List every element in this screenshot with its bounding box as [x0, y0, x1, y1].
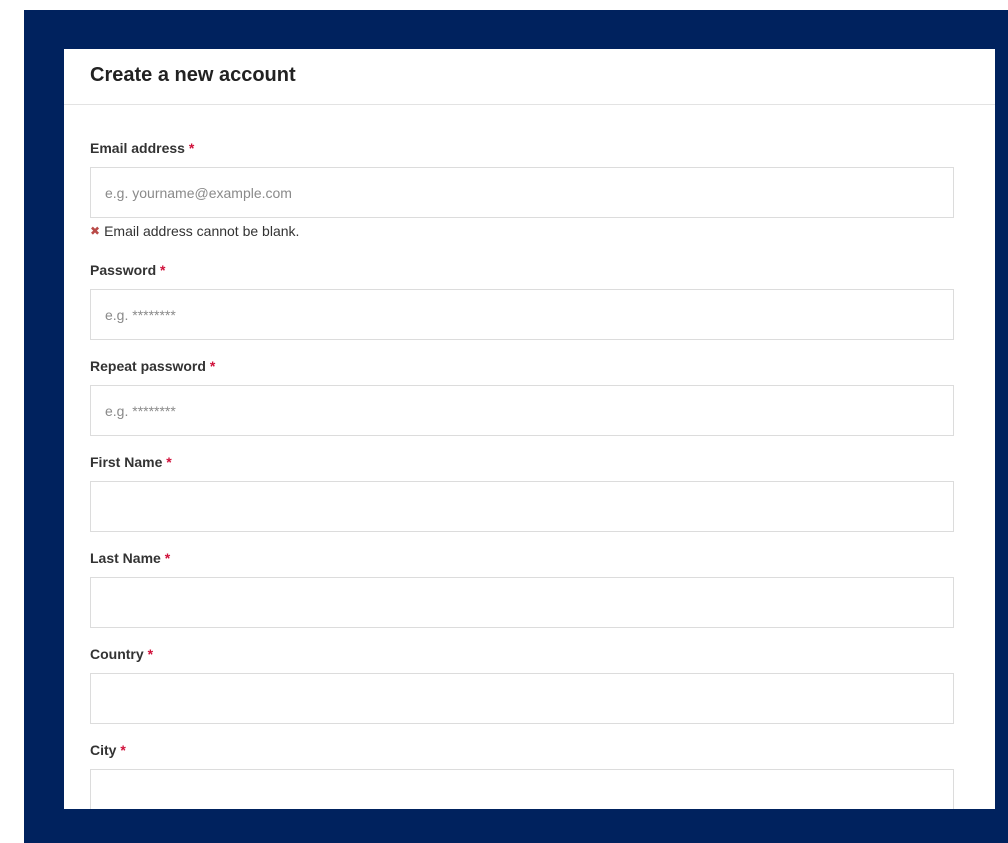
email-error-message: ✖ Email address cannot be blank.	[90, 223, 978, 239]
city-label: City *	[90, 742, 126, 758]
first-name-field-group: First Name *	[90, 454, 978, 532]
last-name-label: Last Name *	[90, 550, 171, 566]
email-field-group: Email address * ✖ Email address cannot b…	[90, 140, 978, 239]
country-field[interactable]	[90, 673, 954, 724]
registration-form: Email address * ✖ Email address cannot b…	[64, 105, 995, 809]
required-marker: *	[147, 646, 154, 662]
country-label: Country *	[90, 646, 154, 662]
email-field[interactable]	[90, 167, 954, 218]
repeat-password-label: Repeat password *	[90, 358, 216, 374]
card-header: Create a new account	[64, 49, 995, 105]
email-error-text: Email address cannot be blank.	[104, 223, 300, 239]
required-marker: *	[166, 454, 172, 470]
repeat-password-field-group: Repeat password *	[90, 358, 978, 436]
city-field[interactable]	[90, 769, 954, 809]
page-title: Create a new account	[90, 64, 296, 86]
required-marker: *	[209, 358, 216, 374]
required-marker: *	[120, 742, 126, 758]
required-marker: *	[160, 262, 166, 278]
cross-icon: ✖	[90, 224, 101, 238]
page-background: Create a new account Email address * ✖ E…	[24, 10, 1008, 843]
repeat-password-field[interactable]	[90, 385, 954, 436]
last-name-field-group: Last Name *	[90, 550, 978, 628]
required-marker: *	[188, 140, 195, 156]
city-field-group: City *	[90, 742, 978, 809]
last-name-field[interactable]	[90, 577, 954, 628]
registration-card: Create a new account Email address * ✖ E…	[64, 49, 995, 809]
first-name-label: First Name *	[90, 454, 172, 470]
password-label: Password *	[90, 262, 166, 278]
email-label: Email address *	[90, 140, 195, 156]
password-field-group: Password *	[90, 262, 978, 340]
country-field-group: Country *	[90, 646, 978, 724]
password-field[interactable]	[90, 289, 954, 340]
required-marker: *	[164, 550, 171, 566]
first-name-field[interactable]	[90, 481, 954, 532]
